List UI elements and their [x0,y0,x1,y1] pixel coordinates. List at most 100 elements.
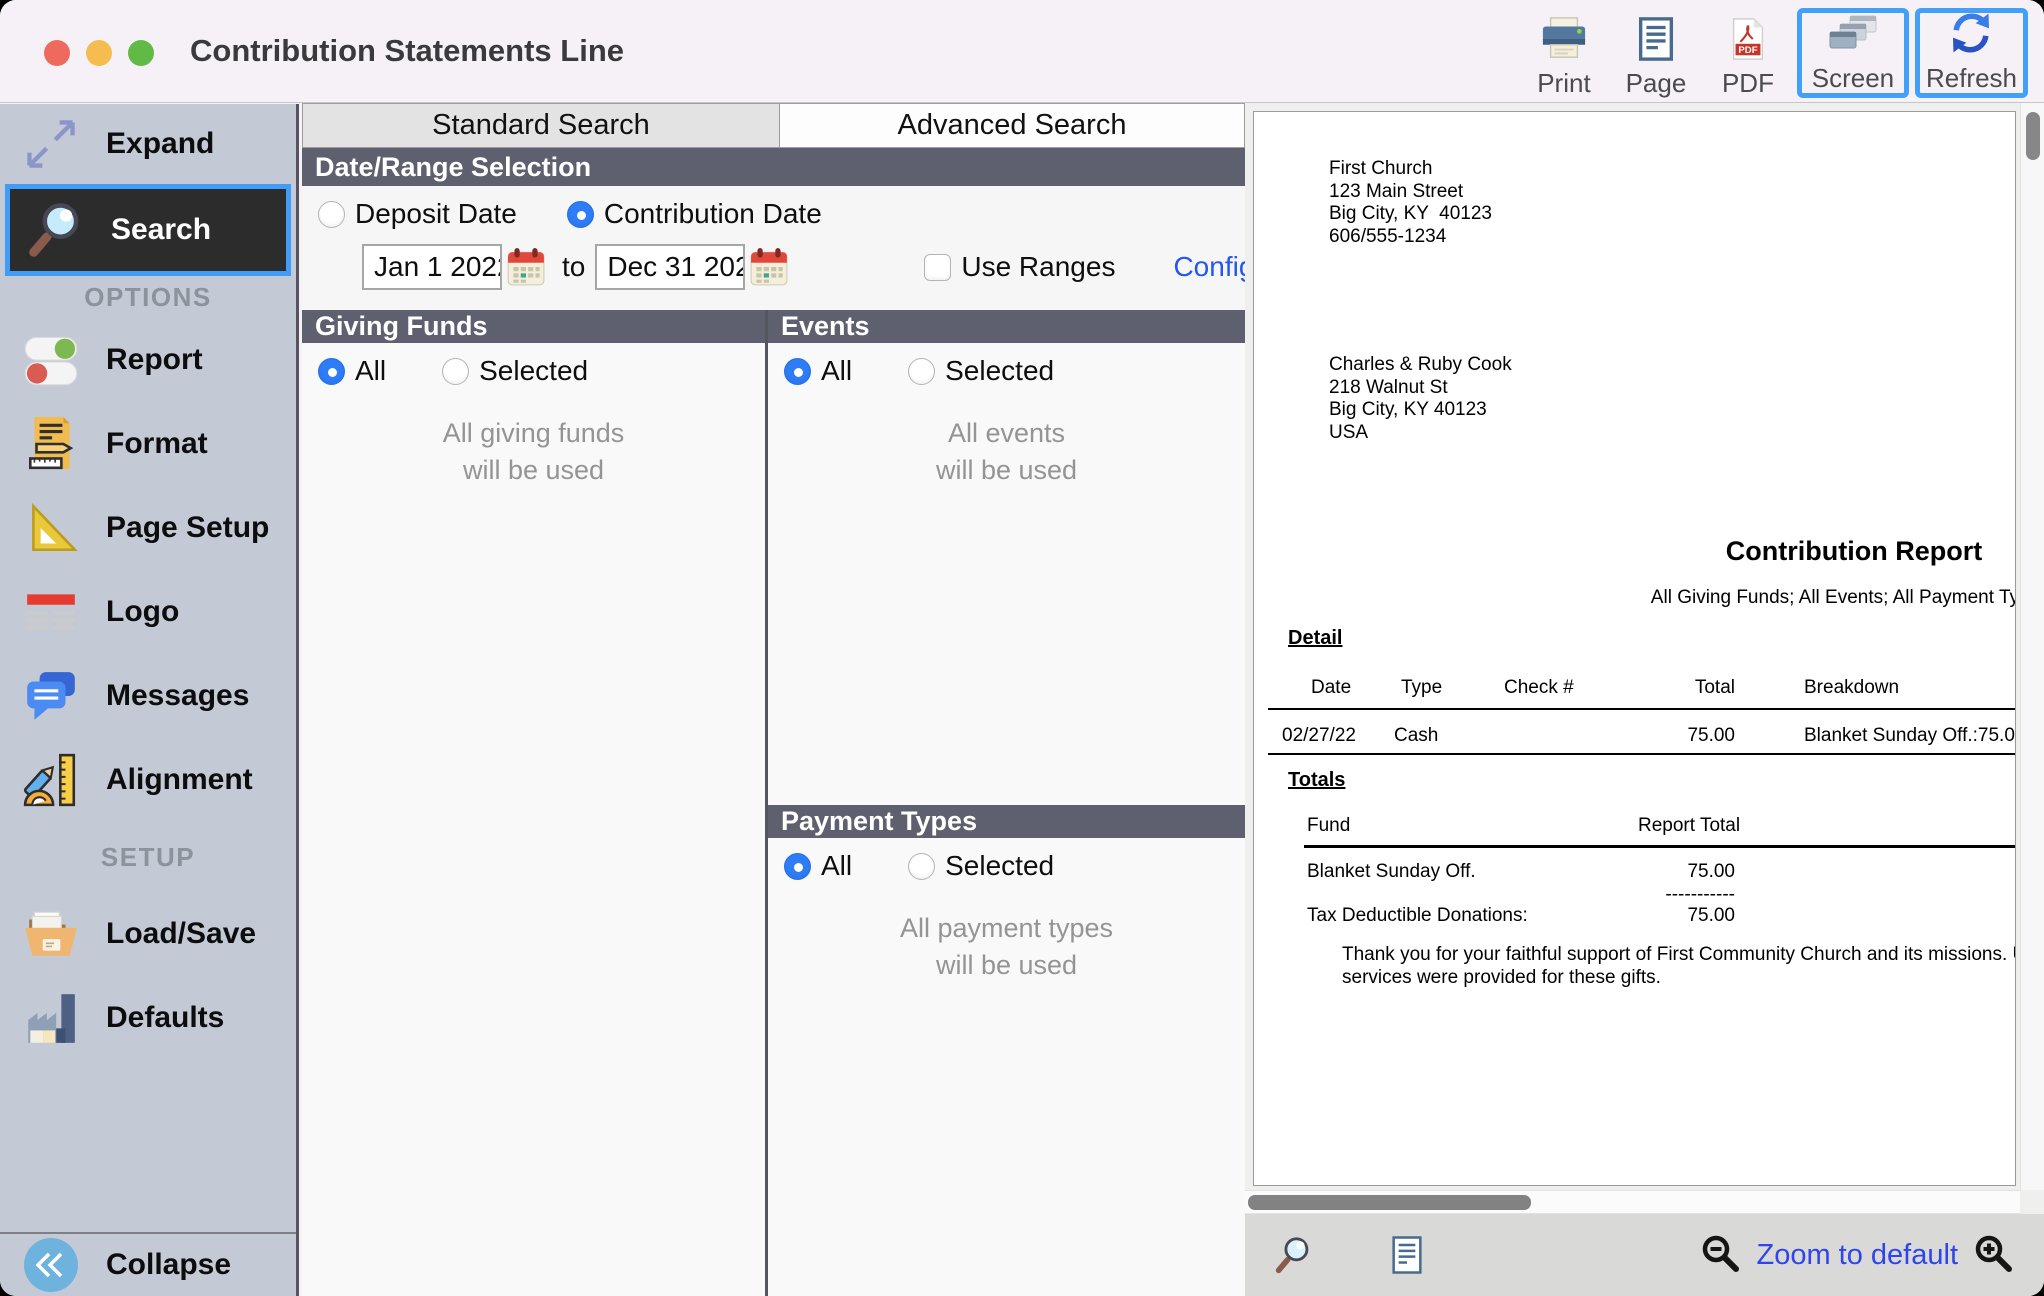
sidebar-item-label: Logo [106,595,179,629]
sidebar-item-logo[interactable]: Logo [0,570,296,654]
sidebar-item-label: Collapse [106,1248,231,1282]
sidebar-item-search[interactable]: Search [5,184,291,276]
events-selected-radio[interactable] [908,358,935,385]
payment-types-note: All payment types will be used [768,910,1245,984]
church-address: First Church 123 Main Street Big City, K… [1329,158,1492,248]
calendar-icon[interactable] [749,245,789,289]
vertical-scrollbar-thumb[interactable] [2026,112,2040,160]
window-title: Contribution Statements Line [190,33,624,69]
giving-funds-note: All giving funds will be used [302,415,765,489]
sidebar-setup-header: SETUP [0,822,296,892]
deposit-date-label: Deposit Date [355,198,517,230]
to-label: to [562,251,585,283]
preview-bottom-bar: Zoom to default [1245,1214,2044,1296]
refresh-icon [1946,9,1996,62]
minimize-window-button[interactable] [86,40,112,66]
zoom-in-icon[interactable] [1972,1233,2016,1277]
magnifier-icon[interactable] [1273,1234,1315,1276]
giving-funds-selected-radio[interactable] [442,358,469,385]
date-range-section-header: Date/Range Selection [302,148,1245,186]
sidebar-item-label: Load/Save [106,917,256,951]
date-range-section: Deposit Date Contribution Date to Use Ra… [302,186,1245,310]
print-button[interactable]: Print [1521,8,1607,98]
sidebar-item-label: Format [106,427,208,461]
giving-funds-header: Giving Funds [302,310,765,343]
horizontal-scrollbar[interactable] [1245,1190,2020,1214]
logo-blocks-icon [20,581,82,643]
zoom-out-icon[interactable] [1699,1233,1743,1277]
pencil-ruler-protractor-icon [20,749,82,811]
pdf-button[interactable]: PDF PDF [1705,8,1791,98]
screen-button[interactable]: Screen [1797,8,1909,98]
payment-types-all-radio[interactable] [784,853,811,880]
giving-funds-section: Giving Funds All Selected All giving fun… [302,310,768,1296]
printer-icon [1539,16,1589,67]
zoom-to-default-link[interactable]: Zoom to default [1757,1239,1959,1272]
sidebar-item-expand[interactable]: Expand [0,104,296,184]
events-all-radio[interactable] [784,358,811,385]
sidebar-item-collapse[interactable]: Collapse [0,1234,296,1296]
triangle-ruler-icon [20,497,82,559]
deposit-date-radio[interactable] [318,201,345,228]
events-payment-column: Events All Selected All events will be u… [768,310,1245,1296]
detail-heading: Detail [1288,627,1342,650]
sidebar-item-report[interactable]: Report [0,318,296,402]
collapse-chevrons-icon [20,1234,82,1296]
sidebar-item-label: Defaults [106,1001,224,1035]
sidebar-options-header: OPTIONS [0,276,296,318]
giving-funds-all-radio[interactable] [318,358,345,385]
use-ranges-label: Use Ranges [961,251,1115,283]
calendar-icon[interactable] [506,245,546,289]
payment-types-header: Payment Types [768,805,1245,838]
sidebar-item-defaults[interactable]: Defaults [0,976,296,1060]
sidebar-item-load-save[interactable]: Load/Save [0,892,296,976]
events-note: All events will be used [768,415,1245,489]
report-preview-panel: First Church 123 Main Street Big City, K… [1245,103,2044,1296]
svg-text:PDF: PDF [1738,45,1757,56]
factory-icon [20,987,82,1049]
payment-types-selected-radio[interactable] [908,853,935,880]
report-title: Contribution Report [1726,536,1982,567]
contribution-date-label: Contribution Date [604,198,822,230]
sidebar-item-page-setup[interactable]: Page Setup [0,486,296,570]
pdf-icon: PDF [1725,16,1771,67]
contribution-date-radio[interactable] [567,201,594,228]
sidebar-item-label: Page Setup [106,511,269,545]
sidebar-item-label: Report [106,343,203,377]
sidebar-item-alignment[interactable]: Alignment [0,738,296,822]
thank-you-text: Thank you for your faithful support of F… [1342,944,2016,989]
sidebar-item-label: Search [111,213,211,247]
horizontal-scrollbar-thumb[interactable] [1248,1195,1531,1210]
events-section: All Selected All events will be used [768,343,1245,805]
payment-types-section: All Selected All payment types will be u… [768,838,1245,1296]
sidebar-item-label: Messages [106,679,249,713]
traffic-lights [44,40,154,66]
date-to-input[interactable] [595,244,745,290]
document-pencil-icon [20,413,82,475]
date-from-input[interactable] [362,244,502,290]
report-subtitle: All Giving Funds; All Events; All Paymen… [1651,587,2016,609]
totals-heading: Totals [1288,769,1345,792]
use-ranges-checkbox[interactable] [924,254,951,281]
sidebar-item-format[interactable]: Format [0,402,296,486]
sidebar: Expand Search OPTIONS Report Format [0,104,299,1296]
chat-bubbles-icon [20,665,82,727]
tab-advanced-search[interactable]: Advanced Search [780,103,1245,148]
events-header: Events [768,310,1245,343]
vertical-scrollbar[interactable] [2020,103,2044,1190]
search-panel: Standard Search Advanced Search Date/Ran… [302,103,1245,1296]
sidebar-item-label: Expand [106,127,214,161]
sidebar-item-messages[interactable]: Messages [0,654,296,738]
tab-standard-search[interactable]: Standard Search [302,103,780,148]
page-button[interactable]: Page [1613,8,1699,98]
document-icon[interactable] [1387,1235,1427,1275]
screen-icon [1827,13,1879,62]
search-tabs: Standard Search Advanced Search [302,103,1245,148]
toolbar: Print Page PDF PDF Screen [1521,8,2028,98]
close-window-button[interactable] [44,40,70,66]
expand-arrows-icon [20,113,82,175]
folder-icon [20,903,82,965]
refresh-button[interactable]: Refresh [1915,8,2028,98]
app-window: Contribution Statements Line Print Page … [0,0,2044,1296]
zoom-window-button[interactable] [128,40,154,66]
